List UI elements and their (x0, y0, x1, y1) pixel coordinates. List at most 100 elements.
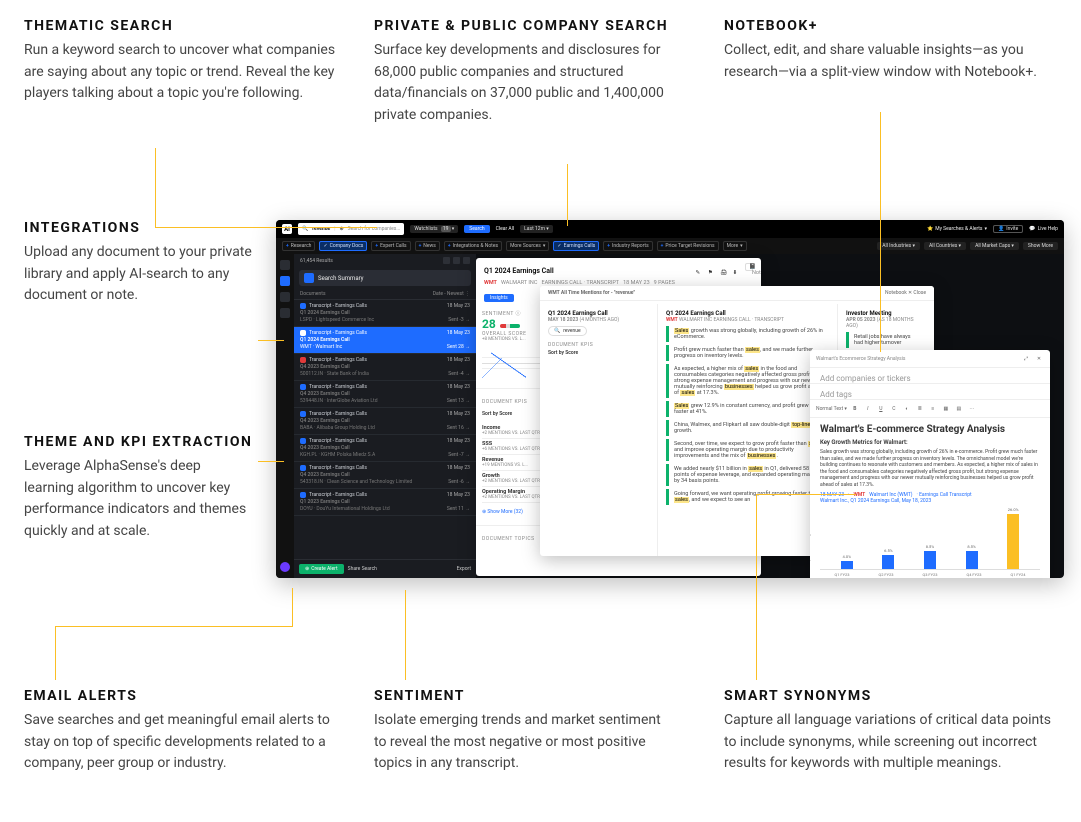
filter-all-countries[interactable]: All Countries ▾ (924, 242, 966, 250)
col-date[interactable]: Date - Newest ⋮ (433, 291, 470, 297)
action-icon[interactable]: 🖨 (720, 270, 728, 278)
filter-news[interactable]: + News (415, 241, 440, 251)
filter-all-market-caps[interactable]: All Market Caps ▾ (970, 242, 1019, 250)
list-icon[interactable]: ≡ (928, 404, 938, 414)
kpi-row-left[interactable]: Operating Margin+2 MENTIONS VS. LAST QTR (482, 487, 541, 503)
document-row[interactable]: Transcript - Earnings Calls18 May 23Q1 2… (294, 327, 476, 354)
search-summary-card[interactable]: Search Summary (299, 270, 471, 286)
highlight-icon[interactable]: ◐ (902, 404, 912, 414)
image-icon[interactable]: ▦ (941, 404, 951, 414)
doc-type-icon (300, 492, 306, 498)
filter-price-target[interactable]: + Price Target Revisions (657, 241, 719, 251)
rail-icon-profile[interactable] (280, 562, 290, 572)
filter-bar: + Research ✓ Company Docs + Expert Calls… (276, 238, 1064, 254)
connector-line (292, 588, 293, 626)
filter-research[interactable]: + Research (282, 241, 315, 251)
document-row[interactable]: Transcript - Earnings Calls18 May 23Q4 2… (294, 354, 476, 381)
tool-icon[interactable] (463, 257, 470, 264)
kpi-row-left[interactable]: Income+2 MENTIONS VS. LAST QTR (482, 423, 541, 439)
rail-icon-active[interactable] (280, 276, 290, 286)
notebook-tab[interactable]: Walmart's Ecommerce Strategy Analysis (816, 356, 1018, 362)
live-help-link[interactable]: 💬 Live Help (1029, 226, 1058, 232)
filter-show-more[interactable]: Show More (1023, 242, 1058, 250)
mentions-close[interactable]: Notebook ✕ Close (885, 290, 926, 296)
app-logo: AI (282, 224, 292, 234)
document-row[interactable]: Transcript - Earnings Calls18 May 23Q1 2… (294, 489, 476, 516)
more-icon[interactable]: ⋯ (967, 404, 977, 414)
document-row[interactable]: Transcript - Earnings Calls18 May 23Q4 2… (294, 435, 476, 462)
action-icon[interactable]: ✎ (696, 270, 704, 278)
time-range-dropdown[interactable]: Last 12m ▾ (520, 225, 553, 233)
callout-title: Private & Public Company Search (374, 18, 694, 34)
tickers-input[interactable]: Add companies or tickers (810, 368, 1050, 384)
tool-icon[interactable] (453, 257, 460, 264)
action-icon[interactable]: ⚑ (708, 270, 716, 278)
mentions-title: WMT All Time Mentions for - "revenue" (548, 290, 635, 296)
bold-icon[interactable]: B (850, 404, 860, 414)
filter-more[interactable]: More ▾ (723, 241, 747, 251)
notebook-expand-icon[interactable]: ⤢ (1021, 354, 1031, 364)
text-color-icon[interactable]: C (889, 404, 899, 414)
align-icon[interactable]: ≣ (915, 404, 925, 414)
rail-icon[interactable] (280, 308, 290, 318)
clear-all-button[interactable]: Clear All (496, 226, 514, 232)
notebook-panel: Walmart's Ecommerce Strategy Analysis ⤢ … (810, 350, 1050, 578)
tags-input[interactable]: Add tags (810, 384, 1050, 400)
watchlists-dropdown[interactable]: Watchlists 19 ▾ (410, 225, 458, 233)
doc-kpis-label: DOCUMENT KPIS (548, 342, 649, 348)
search-main[interactable]: 🔍 revenue | ⊕ Search for companies... (298, 223, 404, 235)
insights-tab[interactable]: Insights (484, 294, 514, 302)
export-button[interactable]: Export (457, 566, 471, 572)
search-button[interactable]: Search (464, 225, 489, 233)
tool-icon[interactable] (443, 257, 450, 264)
rail-icon[interactable] (280, 292, 290, 302)
document-row[interactable]: Transcript - Earnings Calls18 May 23Q4 2… (294, 462, 476, 489)
note-bar-chart: 4.0%6.5%8.5%8.5%26.0% (820, 510, 1040, 570)
action-icon[interactable]: ⬇ (733, 270, 741, 278)
top-bar: AI 🔍 revenue | ⊕ Search for companies...… (276, 220, 1064, 238)
document-list: 61,454 Results Search Summary Documents … (294, 254, 476, 578)
create-alert-button[interactable]: ⊕ Create Alert (299, 564, 344, 574)
callout-title: Thematic Search (24, 18, 344, 34)
sort-by-score[interactable]: Sort by Score (548, 350, 649, 356)
share-search-button[interactable]: Share Search (348, 566, 377, 572)
filter-expert-calls[interactable]: + Expert Calls (371, 241, 410, 251)
term-chip[interactable]: 🔍 revenue (548, 326, 587, 336)
chart-ylabel: Comparable sales growth (810, 523, 811, 568)
doc-topics-label: DOCUMENT TOPICS (482, 536, 541, 542)
callout-theme-kpi: Theme and KPI Extraction Leverage AlphaS… (24, 434, 254, 543)
connector-line (405, 590, 406, 680)
callout-title: Smart Synonyms (724, 688, 1064, 704)
notebook-button[interactable]: 📓 Notebook (745, 263, 753, 271)
sort-by-score[interactable]: Sort by Score (482, 411, 541, 417)
kpi-row-left[interactable]: Growth+2 MENTIONS VS. LAST QTR (482, 471, 541, 487)
sentiment-compare: +8 MENTIONS VS. L... (482, 337, 541, 342)
filter-more-sources[interactable]: More Sources ▾ (506, 241, 549, 251)
document-row[interactable]: Transcript - Earnings Calls18 May 23Q1 2… (294, 300, 476, 327)
invite-button[interactable]: 👤 Invite (993, 225, 1023, 233)
underline-icon[interactable]: U (876, 404, 886, 414)
table-icon[interactable]: ▤ (954, 404, 964, 414)
document-row[interactable]: Transcript - Earnings Calls18 May 23Q4 2… (294, 408, 476, 435)
filter-integrations[interactable]: + Integrations & Notes (444, 241, 502, 251)
filter-earnings-calls[interactable]: ✓ Earnings Calls (553, 241, 599, 251)
rail-icon[interactable] (280, 260, 290, 270)
italic-icon[interactable]: I (863, 404, 873, 414)
format-dropdown[interactable]: Normal Text ▾ (816, 406, 847, 412)
note-subhead: Key Growth Metrics for Walmart: (820, 439, 1040, 446)
document-row[interactable]: Transcript - Earnings Calls18 May 23Q4 2… (294, 381, 476, 408)
note-reference-2[interactable]: Walmart Inc., Q1 2024 Earnings Call, May… (820, 498, 1040, 504)
callout-title: Email Alerts (24, 688, 344, 704)
my-searches-link[interactable]: ⭐ My Searches & Alerts ▾ (927, 226, 987, 232)
kpi-row-left[interactable]: SSS+6 MENTIONS VS. LAST QTR (482, 439, 541, 455)
filter-all-industries[interactable]: All Industries ▾ (877, 242, 920, 250)
summary-icon (304, 273, 314, 283)
kpi-row-left[interactable]: Revenue+19 MENTIONS VS. L... (482, 455, 541, 471)
filter-industry-reports[interactable]: + Industry Reports (603, 241, 652, 251)
show-more-kpi-left[interactable]: ⊕ Show More (32) (482, 509, 541, 515)
chart-bar: 4.0% (841, 561, 853, 569)
filter-company-docs[interactable]: ✓ Company Docs (319, 241, 367, 251)
search-placeholder: Search for companies... (348, 226, 401, 232)
close-icon[interactable]: ✕ (1034, 354, 1044, 364)
callout-body: Collect, edit, and share valuable insigh… (724, 40, 1044, 83)
